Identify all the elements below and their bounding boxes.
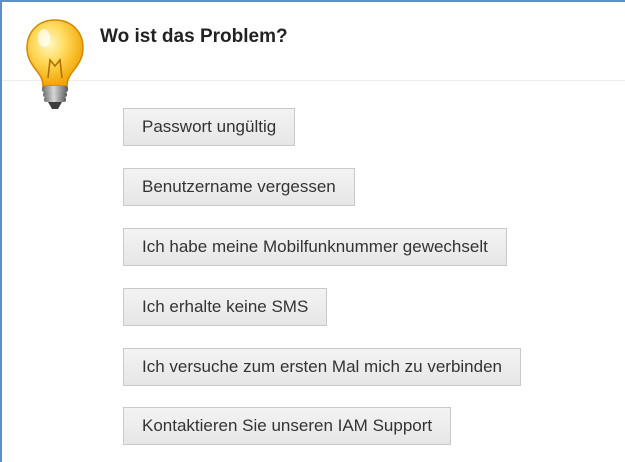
- option-contact-iam-support-button[interactable]: Kontaktieren Sie unseren IAM Support: [123, 407, 452, 445]
- option-phone-number-changed-button[interactable]: Ich habe meine Mobilfunknummer gewechsel…: [123, 228, 507, 266]
- option-first-connection-button[interactable]: Ich versuche zum ersten Mal mich zu verb…: [123, 348, 521, 386]
- option-username-forgotten-button[interactable]: Benutzername vergessen: [123, 168, 355, 206]
- page-title: Wo ist das Problem?: [100, 26, 288, 47]
- option-password-invalid-button[interactable]: Passwort ungültig: [123, 108, 296, 146]
- panel-header: Wo ist das Problem?: [2, 2, 625, 81]
- lightbulb-icon: [26, 19, 84, 109]
- option-no-sms-button[interactable]: Ich erhalte keine SMS: [123, 288, 328, 326]
- problem-panel: Wo ist das Problem? Passwort ungültig Be…: [0, 0, 625, 462]
